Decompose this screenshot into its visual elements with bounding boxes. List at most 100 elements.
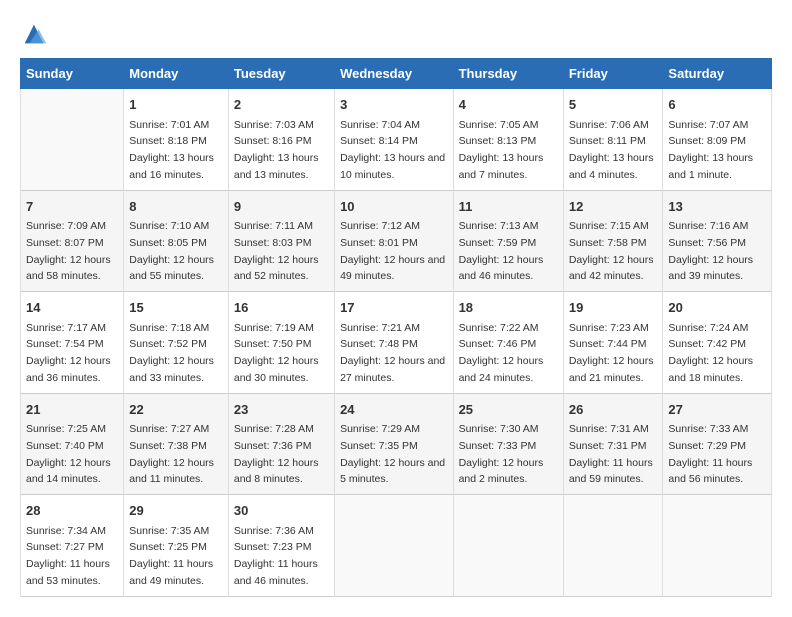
day-number: 4 (459, 95, 558, 115)
sunrise-text: Sunrise: 7:07 AM (668, 119, 748, 131)
day-number: 10 (340, 197, 447, 217)
sunset-text: Sunset: 7:54 PM (26, 338, 104, 350)
daylight-text: Daylight: 11 hours and 59 minutes. (569, 457, 653, 486)
sunset-text: Sunset: 7:56 PM (668, 237, 746, 249)
calendar-cell: 29 Sunrise: 7:35 AM Sunset: 7:25 PM Dayl… (124, 495, 229, 597)
sunset-text: Sunset: 7:38 PM (129, 440, 207, 452)
calendar-body: 1 Sunrise: 7:01 AM Sunset: 8:18 PM Dayli… (21, 89, 772, 597)
calendar-header: SundayMondayTuesdayWednesdayThursdayFrid… (21, 59, 772, 89)
header-saturday: Saturday (663, 59, 772, 89)
day-number: 13 (668, 197, 766, 217)
calendar-cell: 12 Sunrise: 7:15 AM Sunset: 7:58 PM Dayl… (563, 190, 663, 292)
sunset-text: Sunset: 8:07 PM (26, 237, 104, 249)
daylight-text: Daylight: 13 hours and 1 minute. (668, 152, 753, 181)
calendar-cell: 15 Sunrise: 7:18 AM Sunset: 7:52 PM Dayl… (124, 292, 229, 394)
calendar-cell: 23 Sunrise: 7:28 AM Sunset: 7:36 PM Dayl… (228, 393, 334, 495)
sunset-text: Sunset: 7:33 PM (459, 440, 537, 452)
day-number: 27 (668, 400, 766, 420)
calendar-cell: 11 Sunrise: 7:13 AM Sunset: 7:59 PM Dayl… (453, 190, 563, 292)
calendar-cell (663, 495, 772, 597)
sunrise-text: Sunrise: 7:28 AM (234, 423, 314, 435)
daylight-text: Daylight: 12 hours and 49 minutes. (340, 254, 445, 283)
sunrise-text: Sunrise: 7:27 AM (129, 423, 209, 435)
sunset-text: Sunset: 8:13 PM (459, 135, 537, 147)
day-number: 6 (668, 95, 766, 115)
daylight-text: Daylight: 12 hours and 27 minutes. (340, 355, 445, 384)
sunrise-text: Sunrise: 7:11 AM (234, 220, 313, 232)
calendar-table: SundayMondayTuesdayWednesdayThursdayFrid… (20, 58, 772, 597)
sunrise-text: Sunrise: 7:13 AM (459, 220, 539, 232)
calendar-cell (21, 89, 124, 191)
calendar-cell: 10 Sunrise: 7:12 AM Sunset: 8:01 PM Dayl… (335, 190, 453, 292)
sunset-text: Sunset: 7:58 PM (569, 237, 647, 249)
day-number: 12 (569, 197, 658, 217)
calendar-cell: 1 Sunrise: 7:01 AM Sunset: 8:18 PM Dayli… (124, 89, 229, 191)
sunrise-text: Sunrise: 7:30 AM (459, 423, 539, 435)
daylight-text: Daylight: 13 hours and 7 minutes. (459, 152, 544, 181)
daylight-text: Daylight: 12 hours and 24 minutes. (459, 355, 544, 384)
day-number: 9 (234, 197, 329, 217)
calendar-cell: 5 Sunrise: 7:06 AM Sunset: 8:11 PM Dayli… (563, 89, 663, 191)
daylight-text: Daylight: 11 hours and 53 minutes. (26, 558, 110, 587)
sunset-text: Sunset: 7:50 PM (234, 338, 312, 350)
day-number: 16 (234, 298, 329, 318)
sunrise-text: Sunrise: 7:15 AM (569, 220, 649, 232)
calendar-cell: 25 Sunrise: 7:30 AM Sunset: 7:33 PM Dayl… (453, 393, 563, 495)
day-number: 7 (26, 197, 118, 217)
sunrise-text: Sunrise: 7:29 AM (340, 423, 420, 435)
sunrise-text: Sunrise: 7:18 AM (129, 322, 209, 334)
daylight-text: Daylight: 12 hours and 5 minutes. (340, 457, 445, 486)
calendar-cell: 24 Sunrise: 7:29 AM Sunset: 7:35 PM Dayl… (335, 393, 453, 495)
sunset-text: Sunset: 7:31 PM (569, 440, 647, 452)
daylight-text: Daylight: 12 hours and 36 minutes. (26, 355, 111, 384)
calendar-cell: 3 Sunrise: 7:04 AM Sunset: 8:14 PM Dayli… (335, 89, 453, 191)
sunset-text: Sunset: 7:44 PM (569, 338, 647, 350)
sunset-text: Sunset: 8:05 PM (129, 237, 207, 249)
day-number: 3 (340, 95, 447, 115)
day-number: 17 (340, 298, 447, 318)
day-number: 25 (459, 400, 558, 420)
sunset-text: Sunset: 8:01 PM (340, 237, 418, 249)
sunset-text: Sunset: 7:40 PM (26, 440, 104, 452)
header-row: SundayMondayTuesdayWednesdayThursdayFrid… (21, 59, 772, 89)
day-number: 8 (129, 197, 223, 217)
calendar-cell: 6 Sunrise: 7:07 AM Sunset: 8:09 PM Dayli… (663, 89, 772, 191)
day-number: 1 (129, 95, 223, 115)
day-number: 18 (459, 298, 558, 318)
day-number: 5 (569, 95, 658, 115)
calendar-cell: 26 Sunrise: 7:31 AM Sunset: 7:31 PM Dayl… (563, 393, 663, 495)
week-row-3: 14 Sunrise: 7:17 AM Sunset: 7:54 PM Dayl… (21, 292, 772, 394)
sunset-text: Sunset: 8:14 PM (340, 135, 418, 147)
week-row-5: 28 Sunrise: 7:34 AM Sunset: 7:27 PM Dayl… (21, 495, 772, 597)
calendar-cell: 2 Sunrise: 7:03 AM Sunset: 8:16 PM Dayli… (228, 89, 334, 191)
day-number: 2 (234, 95, 329, 115)
logo (20, 20, 52, 48)
daylight-text: Daylight: 11 hours and 56 minutes. (668, 457, 752, 486)
calendar-cell: 30 Sunrise: 7:36 AM Sunset: 7:23 PM Dayl… (228, 495, 334, 597)
daylight-text: Daylight: 13 hours and 10 minutes. (340, 152, 445, 181)
calendar-cell: 13 Sunrise: 7:16 AM Sunset: 7:56 PM Dayl… (663, 190, 772, 292)
header-thursday: Thursday (453, 59, 563, 89)
sunrise-text: Sunrise: 7:22 AM (459, 322, 539, 334)
sunset-text: Sunset: 7:52 PM (129, 338, 207, 350)
day-number: 29 (129, 501, 223, 521)
daylight-text: Daylight: 12 hours and 2 minutes. (459, 457, 544, 486)
sunrise-text: Sunrise: 7:06 AM (569, 119, 649, 131)
sunset-text: Sunset: 8:11 PM (569, 135, 646, 147)
sunset-text: Sunset: 7:48 PM (340, 338, 418, 350)
sunrise-text: Sunrise: 7:31 AM (569, 423, 649, 435)
daylight-text: Daylight: 12 hours and 52 minutes. (234, 254, 319, 283)
daylight-text: Daylight: 12 hours and 39 minutes. (668, 254, 753, 283)
daylight-text: Daylight: 12 hours and 33 minutes. (129, 355, 214, 384)
daylight-text: Daylight: 13 hours and 4 minutes. (569, 152, 654, 181)
calendar-cell: 28 Sunrise: 7:34 AM Sunset: 7:27 PM Dayl… (21, 495, 124, 597)
calendar-cell: 14 Sunrise: 7:17 AM Sunset: 7:54 PM Dayl… (21, 292, 124, 394)
sunrise-text: Sunrise: 7:36 AM (234, 525, 314, 537)
sunrise-text: Sunrise: 7:24 AM (668, 322, 748, 334)
sunrise-text: Sunrise: 7:16 AM (668, 220, 748, 232)
calendar-cell: 8 Sunrise: 7:10 AM Sunset: 8:05 PM Dayli… (124, 190, 229, 292)
sunrise-text: Sunrise: 7:09 AM (26, 220, 106, 232)
sunset-text: Sunset: 7:23 PM (234, 541, 312, 553)
week-row-2: 7 Sunrise: 7:09 AM Sunset: 8:07 PM Dayli… (21, 190, 772, 292)
sunset-text: Sunset: 7:59 PM (459, 237, 537, 249)
